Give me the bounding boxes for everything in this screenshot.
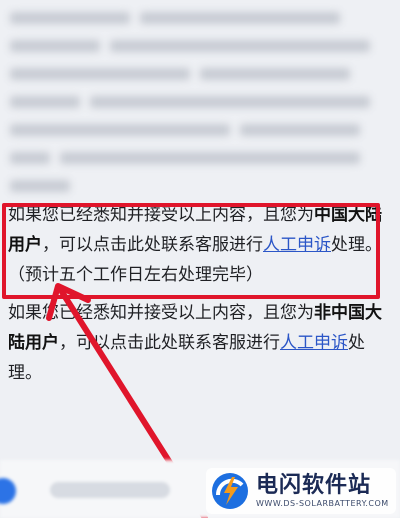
blurred-line bbox=[10, 144, 390, 172]
watermark-url: WWW.DS-SOLARBATTERY.COM bbox=[256, 499, 389, 508]
blurred-line bbox=[10, 4, 390, 32]
non-mainland-user-paragraph: 如果您已经悉知并接受以上内容，且您为非中国大陆用户，可以点击此处联系客服进行人工… bbox=[8, 298, 392, 388]
paragraph-text: 如果您已经悉知并接受以上内容，且您为 bbox=[8, 303, 314, 323]
watermark-title: 电闪软件站 bbox=[256, 473, 372, 498]
site-watermark: 电闪软件站 WWW.DS-SOLARBATTERY.COM bbox=[206, 468, 396, 514]
paragraph-text: ，可以点击此处联系客服进行 bbox=[59, 333, 280, 353]
blurred-line bbox=[10, 116, 390, 144]
blurred-line bbox=[10, 60, 390, 88]
highlight-box bbox=[2, 203, 380, 299]
blurred-label bbox=[50, 482, 170, 498]
blurred-line bbox=[10, 88, 390, 116]
blurred-line bbox=[10, 32, 390, 60]
blurred-line bbox=[10, 172, 390, 200]
blurred-previous-text bbox=[0, 0, 400, 200]
manual-appeal-link-non-mainland[interactable]: 人工申诉 bbox=[280, 333, 348, 353]
blurred-icon bbox=[0, 478, 16, 504]
lightning-logo-icon bbox=[212, 473, 248, 509]
